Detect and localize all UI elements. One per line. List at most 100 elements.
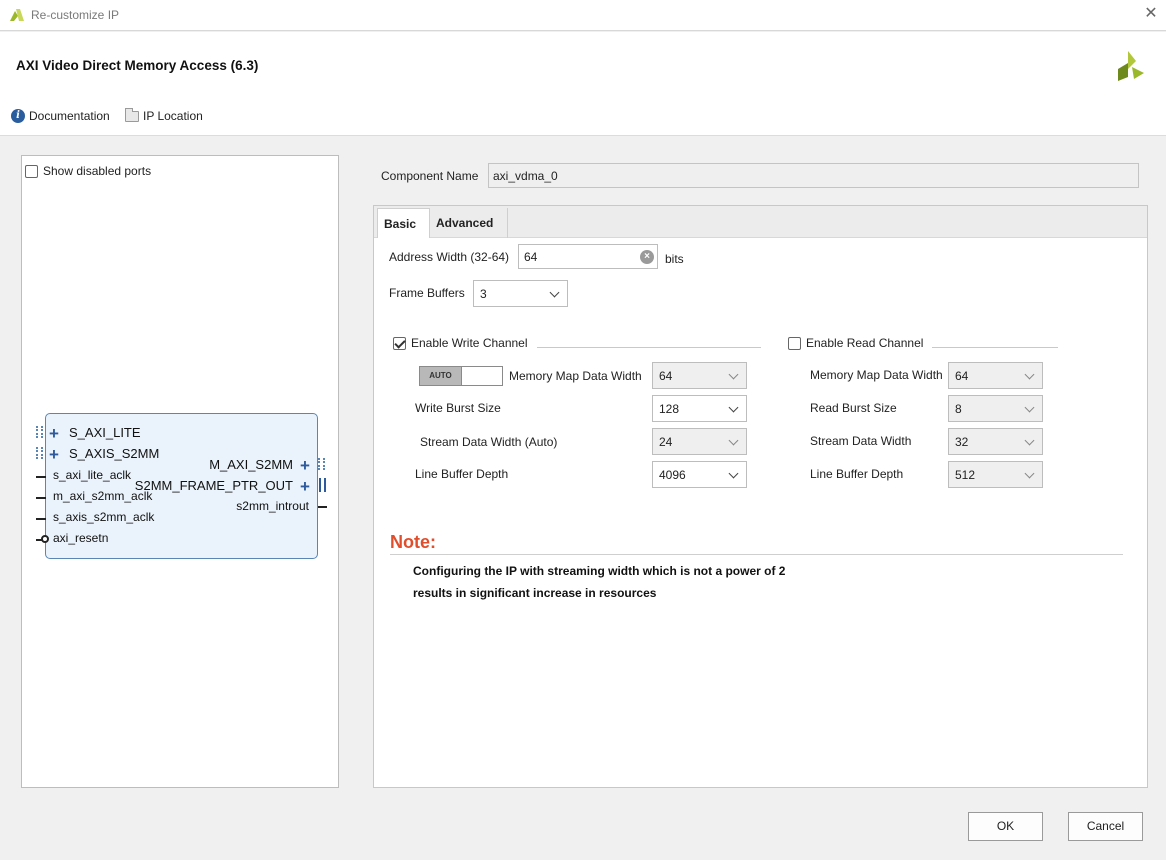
port-s-axi-lite-aclk: s_axi_lite_aclk: [53, 468, 132, 482]
enable-read-channel-checkbox[interactable]: [788, 336, 801, 350]
clear-icon[interactable]: ×: [640, 250, 654, 264]
port-s-axis-s2mm: S_AXIS_S2MM: [69, 446, 160, 461]
auto-toggle-knob: AUTO: [420, 367, 462, 385]
port-wire: [36, 497, 46, 499]
expand-plus-icon[interactable]: +: [300, 457, 310, 474]
port-s2mm-introut: s2mm_introut: [236, 499, 309, 513]
read-stream-width-label: Stream Data Width: [810, 434, 912, 448]
enable-read-channel-toggle[interactable]: Enable Read Channel: [788, 336, 923, 350]
enable-read-channel-label: Enable Read Channel: [806, 336, 924, 350]
tab-strip: Basic Advanced: [374, 206, 1147, 238]
expand-plus-icon[interactable]: +: [300, 478, 310, 495]
title-bar: Re-customize IP ✕: [0, 0, 1166, 31]
group-divider: [537, 347, 761, 348]
component-name-label: Component Name: [381, 169, 479, 183]
dialog-header: AXI Video Direct Memory Access (6.3) i D…: [0, 32, 1166, 136]
ip-symbol-panel: Show disabled ports + S_AXI_LITE + S_AXI…: [21, 155, 339, 788]
chevron-down-icon: [728, 402, 739, 413]
address-width-value: 64: [524, 250, 538, 264]
ip-location-link[interactable]: IP Location: [125, 107, 203, 123]
read-burst-size-label: Read Burst Size: [810, 401, 897, 415]
chevron-down-icon: [549, 287, 560, 298]
write-burst-size-value: 128: [659, 402, 680, 416]
read-burst-size-value: 8: [955, 402, 962, 416]
xilinx-logo-icon: [1118, 51, 1144, 81]
note-divider: [390, 554, 1123, 555]
port-s-axis-s2mm-aclk: s_axis_s2mm_aclk: [53, 510, 155, 524]
write-line-buffer-value: 4096: [659, 468, 686, 482]
show-disabled-ports-toggle[interactable]: Show disabled ports: [25, 164, 151, 178]
bus-vector-icon: [319, 478, 326, 492]
chevron-down-icon: [1024, 468, 1035, 479]
port-wire: [318, 506, 327, 508]
show-disabled-ports-checkbox[interactable]: [25, 164, 38, 178]
write-mm-data-width-label: Memory Map Data Width: [509, 369, 642, 383]
note-title: Note:: [390, 532, 436, 552]
component-name-field[interactable]: axi_vdma_0: [488, 163, 1139, 188]
frame-buffers-label: Frame Buffers: [389, 286, 465, 300]
show-disabled-ports-label: Show disabled ports: [43, 164, 152, 178]
note-text-line-1: Configuring the IP with streaming width …: [413, 564, 786, 578]
write-stream-width-select[interactable]: 24: [652, 428, 747, 455]
active-low-bubble-icon: [41, 535, 49, 543]
address-width-input[interactable]: 64 ×: [518, 244, 658, 269]
port-axi-resetn: axi_resetn: [53, 531, 109, 545]
write-line-buffer-select[interactable]: 4096: [652, 461, 747, 488]
write-burst-size-label: Write Burst Size: [415, 401, 501, 415]
bus-connector-icon: [36, 426, 43, 438]
chevron-down-icon: [728, 468, 739, 479]
documentation-link[interactable]: i Documentation: [11, 109, 110, 123]
read-line-buffer-select[interactable]: 512: [948, 461, 1043, 488]
port-s-axi-lite: S_AXI_LITE: [69, 425, 141, 440]
read-mm-data-width-select[interactable]: 64: [948, 362, 1043, 389]
ip-block-symbol[interactable]: + S_AXI_LITE + S_AXIS_S2MM s_axi_lite_ac…: [36, 413, 327, 559]
auto-manual-toggle[interactable]: AUTO: [419, 366, 503, 386]
cancel-button[interactable]: Cancel: [1068, 812, 1143, 841]
read-mm-data-width-value: 64: [955, 369, 969, 383]
ip-location-label: IP Location: [143, 109, 203, 123]
read-line-buffer-label: Line Buffer Depth: [810, 467, 904, 481]
read-line-buffer-value: 512: [955, 468, 976, 482]
chevron-down-icon: [1024, 402, 1035, 413]
tab-basic[interactable]: Basic: [377, 208, 430, 238]
read-stream-width-select[interactable]: 32: [948, 428, 1043, 455]
enable-write-channel-checkbox[interactable]: [393, 336, 406, 350]
note-text-line-2: results in significant increase in resou…: [413, 586, 657, 600]
read-mm-data-width-label: Memory Map Data Width: [810, 368, 943, 382]
bus-connector-icon: [36, 447, 43, 459]
bus-connector-icon: [318, 458, 325, 470]
address-width-unit: bits: [665, 252, 684, 266]
write-mm-data-width-select[interactable]: 64: [652, 362, 747, 389]
close-icon[interactable]: ✕: [1143, 6, 1159, 22]
read-burst-size-select[interactable]: 8: [948, 395, 1043, 422]
port-wire: [36, 518, 46, 520]
chevron-down-icon: [728, 435, 739, 446]
write-stream-width-value: 24: [659, 435, 673, 449]
app-logo-icon: [10, 9, 24, 21]
chevron-down-icon: [728, 369, 739, 380]
port-s2mm-frame-ptr-out: S2MM_FRAME_PTR_OUT: [134, 478, 293, 493]
documentation-label: Documentation: [29, 109, 110, 123]
enable-write-channel-label: Enable Write Channel: [411, 336, 528, 350]
write-line-buffer-label: Line Buffer Depth: [415, 467, 509, 481]
expand-plus-icon[interactable]: +: [49, 446, 59, 463]
write-burst-size-select[interactable]: 128: [652, 395, 747, 422]
chevron-down-icon: [1024, 369, 1035, 380]
write-stream-width-label: Stream Data Width (Auto): [420, 435, 558, 449]
frame-buffers-select[interactable]: 3: [473, 280, 568, 307]
ok-button[interactable]: OK: [968, 812, 1043, 841]
info-icon: i: [11, 109, 25, 123]
port-wire: [36, 476, 46, 478]
expand-plus-icon[interactable]: +: [49, 425, 59, 442]
enable-write-channel-toggle[interactable]: Enable Write Channel: [393, 336, 528, 350]
ip-title: AXI Video Direct Memory Access (6.3): [16, 58, 259, 73]
folder-icon: [125, 107, 139, 122]
frame-buffers-value: 3: [480, 287, 487, 301]
write-mm-data-width-value: 64: [659, 369, 673, 383]
tab-advanced[interactable]: Advanced: [430, 208, 508, 238]
chevron-down-icon: [1024, 435, 1035, 446]
group-divider: [932, 347, 1058, 348]
address-width-label: Address Width (32-64): [389, 250, 510, 264]
port-m-axi-s2mm: M_AXI_S2MM: [209, 457, 293, 472]
window-title: Re-customize IP: [31, 8, 120, 22]
